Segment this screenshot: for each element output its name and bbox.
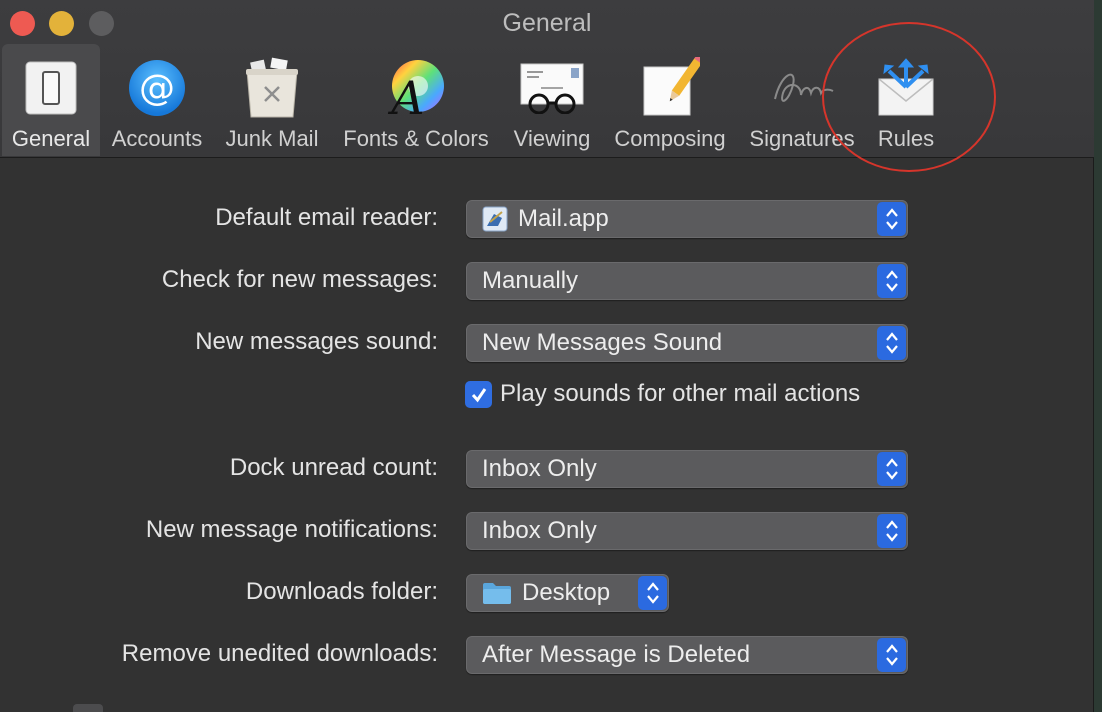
default-reader-value: Mail.app xyxy=(518,205,609,232)
partial-checkbox[interactable] xyxy=(73,704,103,712)
notifications-label: New message notifications: xyxy=(145,516,438,543)
new-sound-value: New Messages Sound xyxy=(482,329,723,356)
chevron-updown-icon xyxy=(877,452,906,486)
font-color-wheel-icon: A xyxy=(381,54,451,122)
tab-composing[interactable]: Composing xyxy=(608,44,732,156)
tab-rules-label: Rules xyxy=(877,126,935,151)
dock-count-label: Dock unread count: xyxy=(229,454,438,481)
notifications-popup[interactable]: Inbox Only xyxy=(466,512,908,550)
svg-text:A: A xyxy=(387,71,424,118)
tab-junk-mail-label: Junk Mail xyxy=(225,126,319,151)
chevron-updown-icon xyxy=(877,514,906,548)
check-messages-popup[interactable]: Manually xyxy=(466,262,908,300)
checkmark-icon xyxy=(471,387,486,402)
mail-app-icon xyxy=(482,206,508,232)
default-reader-label: Default email reader: xyxy=(215,204,438,231)
dock-count-value: Inbox Only xyxy=(482,455,597,482)
preferences-window: General General @ Accounts Junk Mail A F… xyxy=(0,0,1094,712)
tab-viewing-label: Viewing xyxy=(513,126,591,151)
tab-fonts-colors-label: Fonts & Colors xyxy=(343,126,489,151)
downloads-folder-label: Downloads folder: xyxy=(245,578,438,605)
chevron-updown-icon xyxy=(877,202,906,236)
tab-general[interactable]: General xyxy=(2,44,100,156)
downloads-folder-popup[interactable]: Desktop xyxy=(466,574,669,612)
chevron-updown-icon xyxy=(877,326,906,360)
chevron-updown-icon xyxy=(877,264,906,298)
chevron-updown-icon xyxy=(638,576,667,610)
desktop-background xyxy=(1094,0,1102,712)
check-messages-value: Manually xyxy=(482,267,579,294)
tab-signatures-label: Signatures xyxy=(749,126,855,151)
dock-count-popup[interactable]: Inbox Only xyxy=(466,450,908,488)
tab-composing-label: Composing xyxy=(614,126,726,151)
tab-general-label: General xyxy=(11,126,91,151)
signature-icon xyxy=(767,54,837,122)
tab-viewing[interactable]: Viewing xyxy=(508,44,596,156)
remove-downloads-value: After Message is Deleted xyxy=(482,641,751,668)
svg-text:@: @ xyxy=(139,68,175,109)
new-sound-label: New messages sound: xyxy=(195,328,438,355)
at-sign-icon: @ xyxy=(122,54,192,122)
tab-accounts[interactable]: @ Accounts xyxy=(106,44,208,156)
titlebar: General General @ Accounts Junk Mail A F… xyxy=(0,0,1094,158)
chevron-updown-icon xyxy=(877,638,906,672)
tab-signatures[interactable]: Signatures xyxy=(744,44,860,156)
new-sound-popup[interactable]: New Messages Sound xyxy=(466,324,908,362)
envelope-arrows-icon xyxy=(871,54,941,122)
tab-fonts-colors[interactable]: A Fonts & Colors xyxy=(336,44,496,156)
paper-pencil-icon xyxy=(635,54,705,122)
tab-junk-mail[interactable]: Junk Mail xyxy=(220,44,324,156)
default-reader-popup[interactable]: Mail.app xyxy=(466,200,908,238)
play-sounds-checkbox[interactable] xyxy=(465,381,492,408)
preferences-toolbar: General @ Accounts Junk Mail A Fonts & C… xyxy=(0,44,960,158)
trash-bin-icon xyxy=(237,54,307,122)
downloads-folder-value: Desktop xyxy=(522,579,611,606)
remove-downloads-label: Remove unedited downloads: xyxy=(121,640,438,667)
check-messages-label: Check for new messages: xyxy=(161,266,438,293)
switch-icon xyxy=(16,54,86,122)
play-sounds-label[interactable]: Play sounds for other mail actions xyxy=(500,380,860,408)
folder-icon xyxy=(483,583,511,604)
tab-accounts-label: Accounts xyxy=(111,126,203,151)
envelope-glasses-icon xyxy=(517,54,587,122)
tab-rules[interactable]: Rules xyxy=(866,44,946,156)
notifications-value: Inbox Only xyxy=(482,517,597,544)
window-title: General xyxy=(502,9,592,37)
remove-downloads-popup[interactable]: After Message is Deleted xyxy=(466,636,908,674)
